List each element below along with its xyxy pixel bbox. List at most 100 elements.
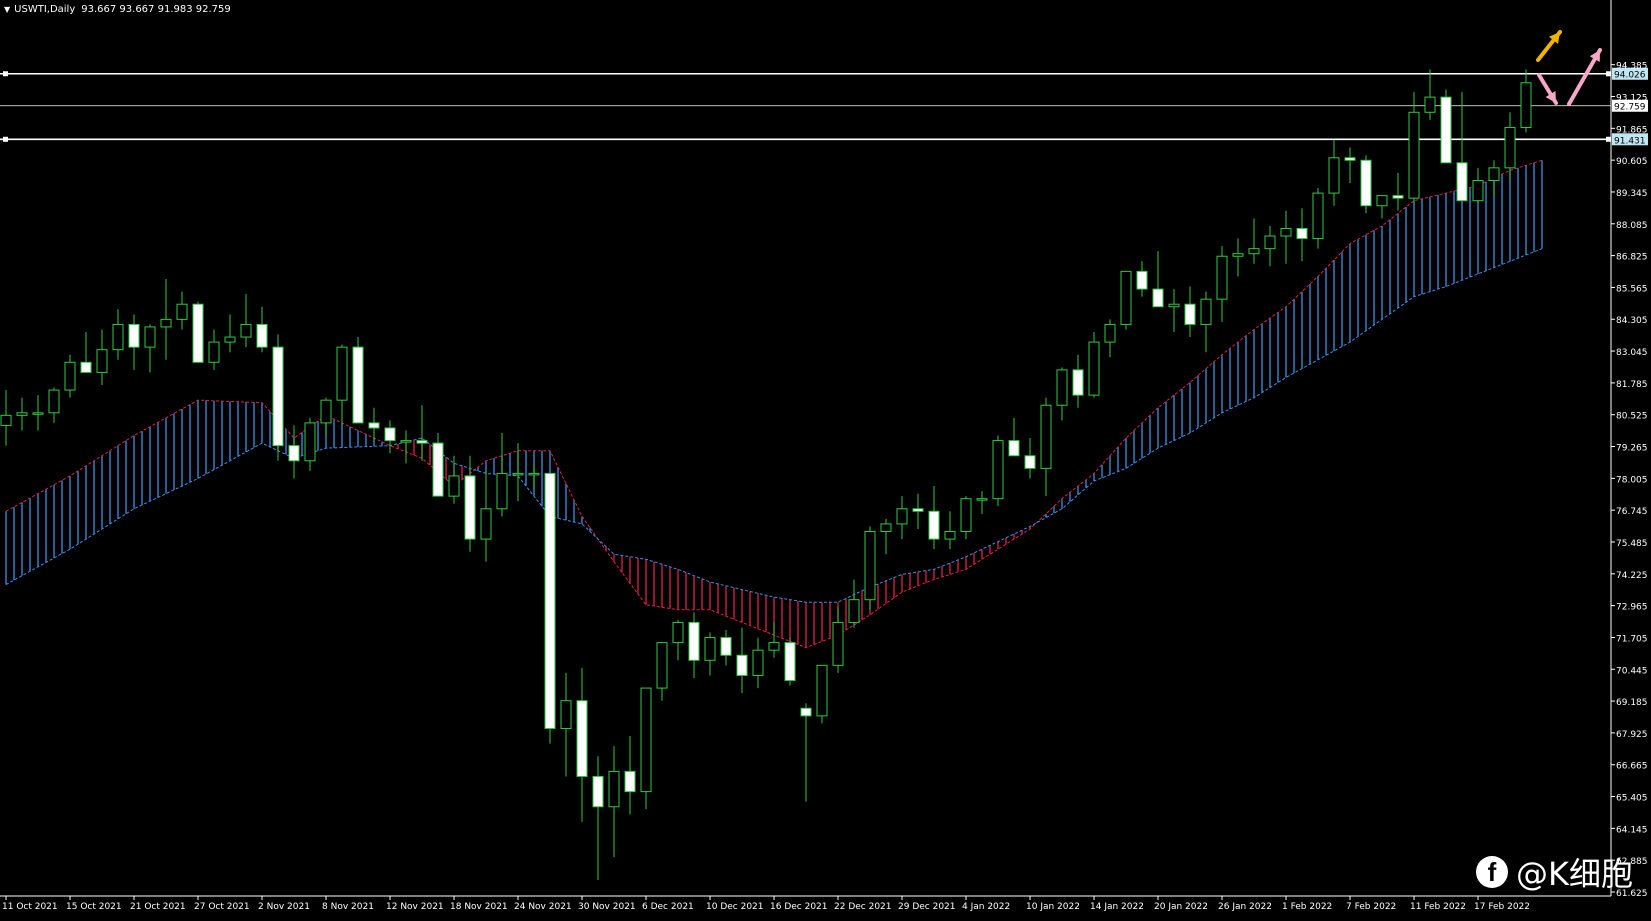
bull-candle-body xyxy=(1040,404,1052,469)
bear-candle-body xyxy=(928,510,940,540)
bull-candle-body xyxy=(560,700,572,729)
price-tick-label: 70.445 xyxy=(1616,666,1648,676)
bull-candle-body xyxy=(1168,303,1180,308)
bear-candle-body xyxy=(800,707,812,717)
price-tick-label: 71.705 xyxy=(1616,634,1648,644)
bull-candle-body xyxy=(944,531,956,540)
time-tick-label: 16 Dec 2021 xyxy=(770,902,828,912)
time-tick-label: 10 Jan 2022 xyxy=(1026,902,1080,912)
bull-candle-body xyxy=(0,414,12,426)
bull-candle-body xyxy=(1248,248,1260,255)
symbol-label: USWTI,Daily xyxy=(14,4,76,15)
bull-candle-body xyxy=(1504,126,1516,169)
price-tick-label: 88.085 xyxy=(1616,221,1648,231)
bear-candle-body xyxy=(912,508,924,512)
bull-candle-body xyxy=(1424,96,1436,113)
price-chart[interactable]: 94.026 92.759 91.431 94.385 93.125 91.865 90.… xyxy=(0,0,1651,917)
price-tick-label: 76.745 xyxy=(1616,507,1648,517)
bull-candle-body xyxy=(1216,255,1228,300)
bull-candle-body xyxy=(240,323,252,338)
bull-candle-body xyxy=(976,498,988,501)
bull-candle-body xyxy=(208,341,220,363)
bear-candle-body xyxy=(1024,455,1036,469)
bear-candle-body xyxy=(288,445,300,462)
bull-candle-body xyxy=(96,349,108,373)
bull-candle-body xyxy=(160,318,172,328)
bull-candle-body xyxy=(832,621,844,666)
price-tick-label: 85.565 xyxy=(1616,284,1648,294)
time-tick-label: 4 Jan 2022 xyxy=(962,902,1010,912)
level-price-label: 92.759 xyxy=(1614,103,1646,113)
level-handle xyxy=(3,136,8,142)
bull-candle-body xyxy=(1408,111,1420,199)
time-tick-label: 12 Nov 2021 xyxy=(386,902,444,912)
price-tick-label: 79.265 xyxy=(1616,444,1648,454)
bear-candle-body xyxy=(576,700,588,777)
bull-candle-body xyxy=(304,422,316,462)
bear-candle-body xyxy=(1136,270,1148,290)
price-tick-label: 72.965 xyxy=(1616,603,1648,613)
price-tick-label: 81.785 xyxy=(1616,380,1648,390)
bear-candle-body xyxy=(1440,96,1452,164)
time-tick-label: 1 Feb 2022 xyxy=(1282,902,1332,912)
price-tick-label: 65.405 xyxy=(1616,794,1648,804)
bull-candle-body xyxy=(1200,298,1212,325)
bear-candle-body xyxy=(720,637,732,656)
bull-candle-body xyxy=(672,621,684,644)
time-tick-label: 20 Jan 2022 xyxy=(1154,902,1208,912)
bull-candle-body xyxy=(896,508,908,525)
bull-candle-body xyxy=(32,412,44,415)
bull-candle-body xyxy=(1232,253,1244,257)
level-handle xyxy=(1606,71,1611,77)
price-tick-label: 93.125 xyxy=(1616,94,1648,104)
time-tick-label: 6 Dec 2021 xyxy=(642,902,694,912)
bear-candle-body xyxy=(784,642,796,681)
price-tick-label: 83.045 xyxy=(1616,348,1648,358)
facebook-icon: f xyxy=(1476,856,1508,888)
bear-candle-body xyxy=(1072,369,1084,396)
bear-candle-body xyxy=(1360,159,1372,207)
time-tick-label: 7 Feb 2022 xyxy=(1346,902,1396,912)
time-tick-label: 18 Nov 2021 xyxy=(450,902,508,912)
level-handle xyxy=(1606,136,1611,142)
price-tick-label: 90.605 xyxy=(1616,157,1648,167)
bear-candle-body xyxy=(624,770,636,793)
bull-candle-body xyxy=(48,389,60,414)
price-tick-label: 75.485 xyxy=(1616,539,1648,549)
bull-candle-body xyxy=(1280,227,1292,237)
bull-candle-body xyxy=(176,303,188,320)
level-handle xyxy=(3,71,8,77)
price-tick-label: 64.145 xyxy=(1616,825,1648,835)
bull-candle-body xyxy=(752,649,764,676)
collapse-triangle-icon[interactable]: ▼ xyxy=(4,5,10,14)
bull-candle-body xyxy=(608,770,620,808)
bear-candle-body xyxy=(1152,288,1164,308)
bear-candle-body xyxy=(464,475,476,540)
level-price-label: 94.026 xyxy=(1614,71,1646,81)
bear-candle-body xyxy=(592,775,604,808)
bear-candle-body xyxy=(1184,303,1196,325)
bear-candle-body xyxy=(544,472,556,729)
bear-candle-body xyxy=(352,346,364,424)
bull-candle-body xyxy=(864,531,876,601)
bull-candle-body xyxy=(1472,179,1484,202)
bull-candle-body xyxy=(1328,157,1340,194)
bull-candle-body xyxy=(640,687,652,793)
bear-candle-body xyxy=(256,323,268,348)
time-tick-label: 14 Jan 2022 xyxy=(1090,902,1144,912)
bull-candle-body xyxy=(960,498,972,533)
level-price-label: 91.431 xyxy=(1614,136,1646,146)
bear-candle-body xyxy=(1008,440,1020,457)
bull-candle-body xyxy=(224,336,236,343)
price-tick-label: 69.185 xyxy=(1616,698,1648,708)
bull-candle-body xyxy=(320,399,332,424)
watermark-text: @K细胞 xyxy=(1516,855,1633,893)
time-tick-label: 15 Oct 2021 xyxy=(66,902,122,912)
price-tick-label: 86.825 xyxy=(1616,253,1648,263)
chart-root: 94.026 92.759 91.431 94.385 93.125 91.865 90.… xyxy=(0,0,1651,917)
time-tick-label: 26 Jan 2022 xyxy=(1218,902,1272,912)
bear-candle-body xyxy=(1344,157,1356,161)
bull-candle-body xyxy=(880,523,892,533)
price-tick-label: 80.525 xyxy=(1616,412,1648,422)
bear-candle-body xyxy=(192,303,204,363)
